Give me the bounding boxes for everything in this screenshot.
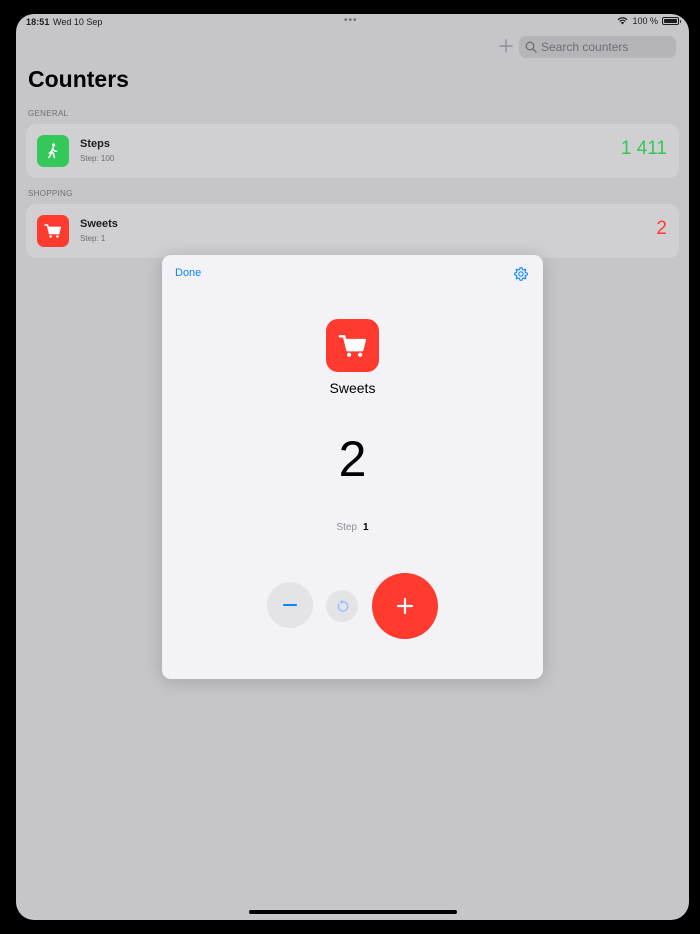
search-icon (525, 41, 537, 53)
status-date: Wed 10 Sep (53, 17, 103, 27)
increment-button[interactable] (372, 573, 438, 639)
section-header-general: GENERAL (28, 109, 69, 118)
settings-button[interactable] (512, 265, 530, 283)
multitasking-dots[interactable]: ••• (344, 15, 358, 26)
counter-value: 1 411 (620, 138, 667, 159)
shopping-cart-icon (338, 334, 366, 357)
counter-row-sweets[interactable]: Sweets Step: 1 2 (26, 204, 679, 258)
section-header-shopping: SHOPPING (28, 189, 73, 198)
plus-icon (396, 597, 414, 615)
counter-row-steps[interactable]: Steps Step: 100 1 411 (26, 124, 679, 178)
home-indicator[interactable] (249, 910, 457, 914)
minus-icon (283, 604, 297, 606)
counter-step: Step: 1 (80, 234, 106, 243)
search-bar[interactable] (519, 36, 676, 58)
page-title: Counters (28, 66, 129, 92)
counter-step: Step: 100 (80, 154, 115, 163)
step-label: Step (336, 522, 357, 533)
counter-current-value: 2 (338, 431, 367, 487)
counter-icon (326, 319, 379, 372)
search-input[interactable] (541, 40, 671, 54)
reset-button[interactable] (326, 590, 358, 622)
reset-icon (337, 599, 348, 612)
counter-title: Steps (80, 138, 110, 150)
counter-name: Sweets (329, 380, 376, 396)
status-right: 100 % (617, 16, 681, 26)
walking-person-icon (37, 135, 69, 167)
add-counter-button[interactable] (496, 35, 516, 57)
done-button[interactable]: Done (175, 267, 201, 279)
shopping-cart-icon (37, 215, 69, 247)
wifi-icon (618, 17, 628, 25)
battery-percentage: 100 % (632, 16, 658, 26)
gear-icon (514, 267, 528, 281)
step-info: Step 1 (162, 522, 543, 533)
counter-detail-sheet: Done Sweets 2 Step 1 (162, 255, 543, 679)
counter-value: 2 (656, 218, 667, 239)
ipad-screen: 18:51 Wed 10 Sep ••• 100 % Counters GENE… (16, 14, 689, 920)
battery-icon (662, 17, 681, 25)
decrement-button[interactable] (267, 582, 313, 628)
plus-icon (499, 39, 513, 53)
step-value: 1 (363, 522, 369, 533)
counter-title: Sweets (80, 218, 118, 230)
status-time: 18:51 (26, 17, 50, 27)
